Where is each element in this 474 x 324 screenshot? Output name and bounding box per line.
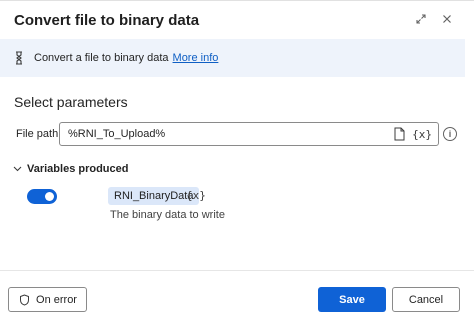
file-path-input[interactable]: %RNI_To_Upload% {x}: [59, 122, 439, 146]
convert-file-dialog: Convert file to binary data Convert a fi…: [0, 0, 474, 324]
variable-edit-button[interactable]: {x}: [186, 189, 206, 202]
close-icon: [441, 12, 453, 30]
footer-divider: [0, 270, 474, 271]
action-indicator-icon: [14, 50, 24, 66]
expand-diagonal-icon: [415, 12, 427, 30]
variable-enabled-toggle[interactable]: [27, 189, 57, 204]
file-icon[interactable]: [392, 126, 406, 142]
info-text: Convert a file to binary data: [34, 52, 169, 64]
chevron-down-icon: [12, 164, 22, 174]
dialog-title: Convert file to binary data: [14, 12, 200, 29]
cancel-button[interactable]: Cancel: [392, 287, 460, 312]
variables-produced-toggle[interactable]: Variables produced: [12, 163, 128, 175]
on-error-label: On error: [36, 293, 77, 306]
file-path-value: %RNI_To_Upload%: [68, 128, 166, 140]
info-bar: Convert a file to binary data More info: [0, 39, 465, 77]
variable-description: The binary data to write: [110, 209, 225, 221]
expand-button[interactable]: [411, 11, 431, 31]
save-button[interactable]: Save: [318, 287, 386, 312]
file-path-label: File path:: [16, 128, 62, 140]
close-button[interactable]: [437, 11, 457, 31]
toggle-knob: [45, 192, 54, 201]
section-title: Select parameters: [14, 94, 128, 110]
info-circle-icon[interactable]: i: [443, 127, 457, 141]
variables-produced-title: Variables produced: [27, 163, 129, 175]
on-error-button[interactable]: On error: [8, 287, 87, 312]
file-path-variable-button[interactable]: {x}: [412, 128, 432, 141]
shield-icon: [18, 293, 30, 306]
more-info-link[interactable]: More info: [173, 52, 219, 64]
